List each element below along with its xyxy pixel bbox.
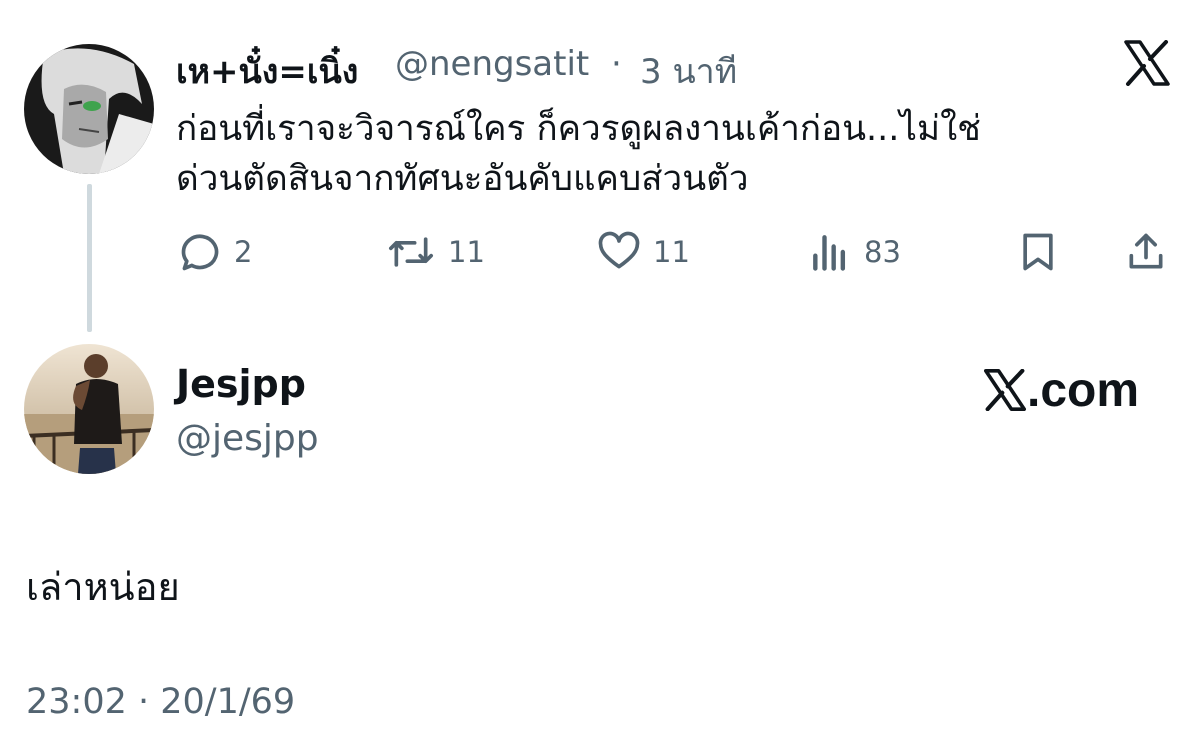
- reply-text: เล่าหน่อย: [26, 565, 180, 609]
- reply-count: 2: [234, 235, 253, 269]
- reply-author-avatar[interactable]: [24, 344, 154, 474]
- xcom-brand: .com: [984, 360, 1139, 420]
- share-button[interactable]: [1124, 230, 1180, 274]
- author-avatar[interactable]: [24, 44, 154, 174]
- bookmark-icon: [1023, 233, 1053, 271]
- reply-button[interactable]: 2: [178, 230, 252, 274]
- repost-button[interactable]: 11: [386, 230, 485, 274]
- thread-connector-line: [87, 184, 92, 332]
- x-logo-icon: [1124, 40, 1170, 86]
- author-handle[interactable]: @nengsatit: [395, 44, 589, 84]
- like-button[interactable]: 11: [597, 230, 690, 274]
- views-button[interactable]: 83: [808, 230, 901, 274]
- reply-icon: [181, 234, 219, 271]
- x-logo-icon: [984, 369, 1026, 411]
- views-icon: [813, 235, 846, 271]
- repost-count: 11: [448, 235, 485, 269]
- tweet-text-line: ด่วนตัดสินจากทัศนะอันคับแคบส่วนตัว: [176, 159, 749, 199]
- views-count: 83: [864, 235, 901, 269]
- tweet-text: ก่อนที่เราจะวิจารณ์ใคร ก็ควรดูผลงานเค้าก…: [176, 104, 1176, 204]
- reply-display-name[interactable]: Jesjpp: [176, 362, 306, 406]
- like-count: 11: [653, 235, 690, 269]
- xcom-suffix: .com: [1027, 363, 1140, 417]
- meta-separator: ·: [611, 44, 622, 84]
- tweet-text-line: ก่อนที่เราจะวิจารณ์ใคร ก็ควรดูผลงานเค้าก…: [176, 109, 981, 149]
- repost-icon: [389, 237, 433, 267]
- bookmark-button[interactable]: [1016, 230, 1072, 274]
- tweet-time-ago[interactable]: 3 นาที: [640, 44, 737, 98]
- author-display-name[interactable]: เห+นั๋ง=เนิ๋ง: [176, 44, 358, 98]
- heart-icon: [598, 231, 640, 269]
- reply-handle[interactable]: @jesjpp: [176, 418, 319, 459]
- share-icon: [1129, 233, 1163, 269]
- reply-timestamp[interactable]: 23:02 · 20/1/69: [26, 682, 295, 722]
